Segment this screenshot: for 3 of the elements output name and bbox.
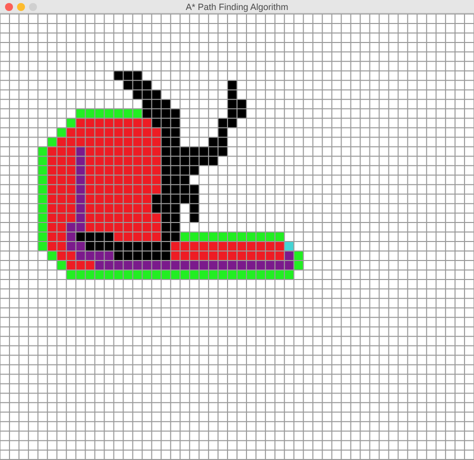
window-title: A* Path Finding Algorithm — [186, 0, 288, 12]
close-button[interactable] — [5, 2, 13, 10]
minimize-button[interactable] — [17, 2, 25, 10]
